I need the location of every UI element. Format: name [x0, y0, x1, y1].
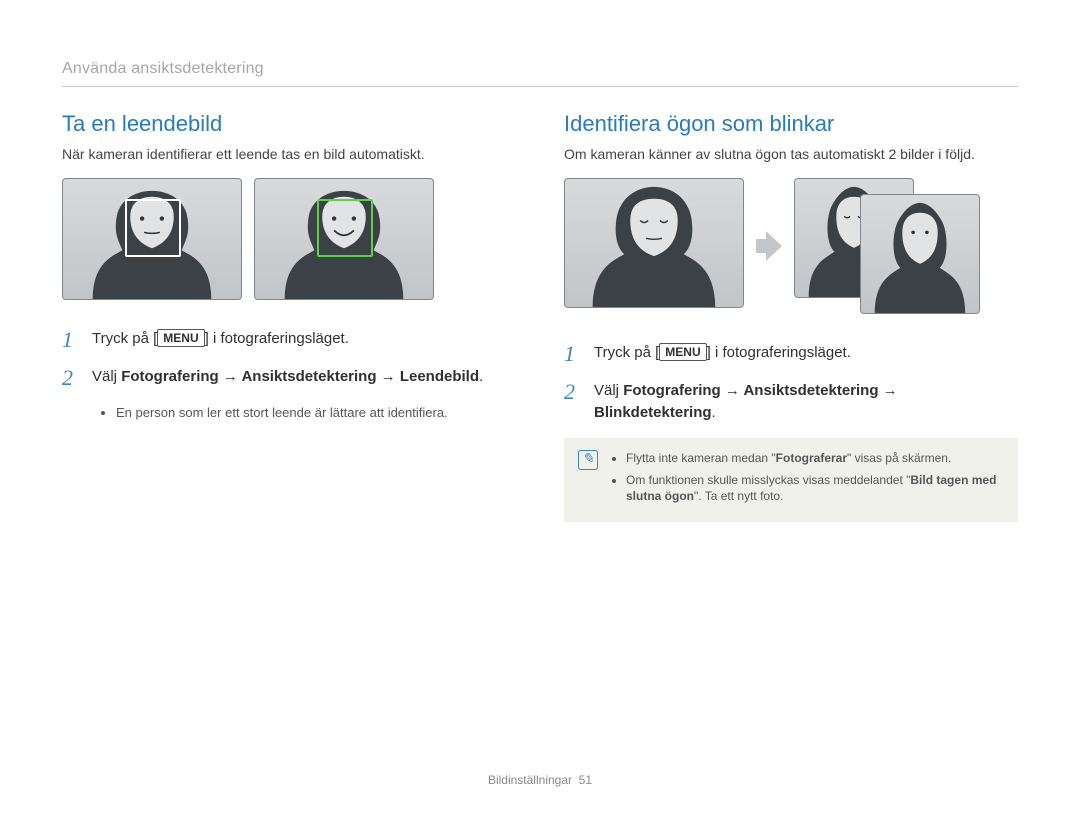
blink-result-stack: [794, 178, 984, 314]
smile-step-2: 2 Välj Fotografering → Ansiktsdetekterin…: [62, 366, 516, 390]
step-text: Välj: [92, 368, 121, 385]
arrow-right-icon: [756, 231, 782, 261]
blink-result-2: [860, 194, 980, 314]
note-text: " visas på skärmen.: [847, 451, 951, 465]
blink-step-1: 1 Tryck på [MENU] i fotograferingsläget.: [564, 342, 1018, 366]
step-text: Tryck på [: [594, 344, 659, 361]
person-silhouette-icon: [565, 179, 743, 308]
breadcrumb: Använda ansiktsdetektering: [62, 60, 1018, 78]
step-text: Välj: [594, 382, 623, 399]
content-columns: Ta en leendebild När kameran identifiera…: [62, 111, 1018, 522]
note-text: Om funktionen skulle misslyckas visas me…: [626, 473, 910, 487]
note-item: En person som ler ett stort leende är lä…: [116, 404, 516, 422]
step-path: Fotografering → Ansiktsdetektering → Lee…: [121, 368, 479, 385]
face-detect-frame: [125, 199, 181, 257]
note-term: Fotograferar: [776, 451, 847, 465]
step-text: Tryck på [: [92, 330, 157, 347]
menu-key: MENU: [157, 329, 204, 347]
note-text: Flytta inte kameran medan ": [626, 451, 776, 465]
smile-notes: En person som ler ett stort leende är lä…: [62, 404, 516, 422]
blink-images: [564, 178, 1018, 314]
footer-page-number: 51: [579, 773, 592, 787]
smile-intro: När kameran identifierar ett leende tas …: [62, 145, 516, 164]
face-detect-frame-active: [317, 199, 373, 257]
step-number: 2: [62, 366, 80, 390]
step-number: 2: [564, 380, 582, 424]
blink-title: Identifiera ögon som blinkar: [564, 111, 1018, 137]
person-silhouette-icon: [861, 195, 979, 313]
step-text: .: [479, 368, 483, 385]
divider: [62, 86, 1018, 87]
blink-step-2: 2 Välj Fotografering → Ansiktsdetekterin…: [564, 380, 1018, 424]
step-number: 1: [62, 328, 80, 352]
info-box: ✎ Flytta inte kameran medan "Fotografera…: [564, 438, 1018, 523]
info-item: Om funktionen skulle misslyckas visas me…: [626, 472, 1004, 504]
step-path: Fotografering → Ansiktsdetektering → Bli…: [594, 382, 898, 421]
step-text: ] i fotograferingsläget.: [205, 330, 349, 347]
smile-photo-neutral: [62, 178, 242, 300]
page-footer: Bildinställningar 51: [0, 773, 1080, 787]
smile-title: Ta en leendebild: [62, 111, 516, 137]
blink-photo-closed: [564, 178, 744, 308]
smile-steps: 1 Tryck på [MENU] i fotograferingsläget.…: [62, 328, 516, 390]
blink-steps: 1 Tryck på [MENU] i fotograferingsläget.…: [564, 342, 1018, 424]
info-item: Flytta inte kameran medan "Fotograferar"…: [626, 450, 1004, 466]
info-icon: ✎: [578, 450, 598, 470]
section-smile-shot: Ta en leendebild När kameran identifiera…: [62, 111, 516, 522]
footer-section: Bildinställningar: [488, 773, 572, 787]
smile-images: [62, 178, 516, 300]
note-text: ". Ta ett nytt foto.: [694, 489, 783, 503]
smile-photo-smiling: [254, 178, 434, 300]
section-blink-detection: Identifiera ögon som blinkar Om kameran …: [564, 111, 1018, 522]
step-text: .: [712, 404, 716, 421]
blink-intro: Om kameran känner av slutna ögon tas aut…: [564, 145, 1018, 164]
step-number: 1: [564, 342, 582, 366]
info-list: Flytta inte kameran medan "Fotograferar"…: [610, 450, 1004, 511]
menu-key: MENU: [659, 343, 706, 361]
smile-step-1: 1 Tryck på [MENU] i fotograferingsläget.: [62, 328, 516, 352]
step-text: ] i fotograferingsläget.: [707, 344, 851, 361]
